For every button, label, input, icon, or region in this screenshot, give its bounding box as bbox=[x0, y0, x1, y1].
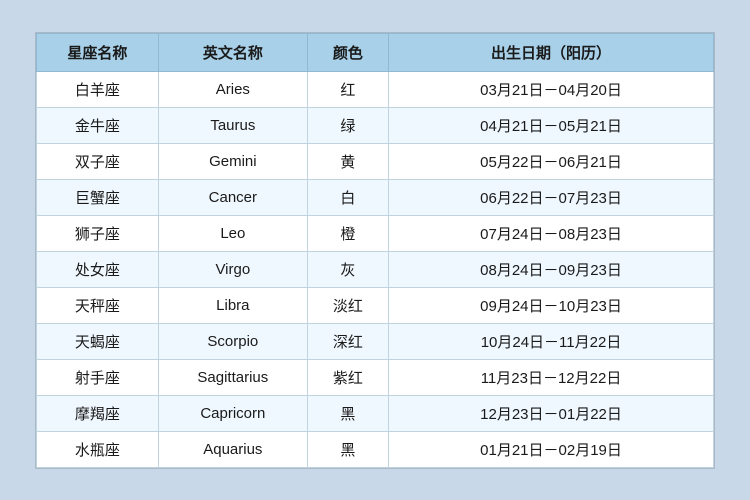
cell-chinese: 狮子座 bbox=[37, 215, 159, 251]
table-row: 狮子座Leo橙07月24日－08月23日 bbox=[37, 215, 714, 251]
table-header-row: 星座名称 英文名称 颜色 出生日期（阳历） bbox=[37, 33, 714, 71]
cell-english: Aries bbox=[158, 71, 307, 107]
cell-date: 10月24日－11月22日 bbox=[389, 323, 714, 359]
cell-english: Libra bbox=[158, 287, 307, 323]
cell-color: 淡红 bbox=[307, 287, 388, 323]
cell-date: 03月21日－04月20日 bbox=[389, 71, 714, 107]
cell-color: 紫红 bbox=[307, 359, 388, 395]
cell-date: 05月22日－06月21日 bbox=[389, 143, 714, 179]
cell-english: Sagittarius bbox=[158, 359, 307, 395]
cell-chinese: 天蝎座 bbox=[37, 323, 159, 359]
cell-english: Virgo bbox=[158, 251, 307, 287]
cell-date: 04月21日－05月21日 bbox=[389, 107, 714, 143]
cell-chinese: 水瓶座 bbox=[37, 431, 159, 467]
cell-color: 灰 bbox=[307, 251, 388, 287]
table-row: 天蝎座Scorpio深红10月24日－11月22日 bbox=[37, 323, 714, 359]
cell-color: 黑 bbox=[307, 431, 388, 467]
cell-color: 红 bbox=[307, 71, 388, 107]
cell-english: Taurus bbox=[158, 107, 307, 143]
cell-chinese: 摩羯座 bbox=[37, 395, 159, 431]
cell-english: Leo bbox=[158, 215, 307, 251]
table-body: 白羊座Aries红03月21日－04月20日金牛座Taurus绿04月21日－0… bbox=[37, 71, 714, 467]
cell-date: 12月23日－01月22日 bbox=[389, 395, 714, 431]
table-row: 天秤座Libra淡红09月24日－10月23日 bbox=[37, 287, 714, 323]
cell-english: Scorpio bbox=[158, 323, 307, 359]
table-row: 射手座Sagittarius紫红11月23日－12月22日 bbox=[37, 359, 714, 395]
cell-english: Cancer bbox=[158, 179, 307, 215]
cell-date: 06月22日－07月23日 bbox=[389, 179, 714, 215]
cell-color: 绿 bbox=[307, 107, 388, 143]
zodiac-table-wrapper: 星座名称 英文名称 颜色 出生日期（阳历） 白羊座Aries红03月21日－04… bbox=[35, 32, 715, 469]
header-date: 出生日期（阳历） bbox=[389, 33, 714, 71]
cell-date: 01月21日－02月19日 bbox=[389, 431, 714, 467]
header-chinese: 星座名称 bbox=[37, 33, 159, 71]
cell-chinese: 双子座 bbox=[37, 143, 159, 179]
table-row: 水瓶座Aquarius黑01月21日－02月19日 bbox=[37, 431, 714, 467]
cell-color: 黄 bbox=[307, 143, 388, 179]
cell-chinese: 金牛座 bbox=[37, 107, 159, 143]
cell-date: 09月24日－10月23日 bbox=[389, 287, 714, 323]
cell-chinese: 天秤座 bbox=[37, 287, 159, 323]
cell-color: 黑 bbox=[307, 395, 388, 431]
cell-english: Gemini bbox=[158, 143, 307, 179]
cell-date: 08月24日－09月23日 bbox=[389, 251, 714, 287]
cell-english: Capricorn bbox=[158, 395, 307, 431]
cell-color: 深红 bbox=[307, 323, 388, 359]
table-row: 巨蟹座Cancer白06月22日－07月23日 bbox=[37, 179, 714, 215]
table-row: 双子座Gemini黄05月22日－06月21日 bbox=[37, 143, 714, 179]
cell-english: Aquarius bbox=[158, 431, 307, 467]
cell-date: 11月23日－12月22日 bbox=[389, 359, 714, 395]
cell-color: 橙 bbox=[307, 215, 388, 251]
cell-chinese: 处女座 bbox=[37, 251, 159, 287]
table-row: 金牛座Taurus绿04月21日－05月21日 bbox=[37, 107, 714, 143]
table-row: 摩羯座Capricorn黑12月23日－01月22日 bbox=[37, 395, 714, 431]
table-row: 白羊座Aries红03月21日－04月20日 bbox=[37, 71, 714, 107]
cell-color: 白 bbox=[307, 179, 388, 215]
cell-chinese: 白羊座 bbox=[37, 71, 159, 107]
header-english: 英文名称 bbox=[158, 33, 307, 71]
zodiac-table: 星座名称 英文名称 颜色 出生日期（阳历） 白羊座Aries红03月21日－04… bbox=[36, 33, 714, 468]
table-row: 处女座Virgo灰08月24日－09月23日 bbox=[37, 251, 714, 287]
header-color: 颜色 bbox=[307, 33, 388, 71]
cell-chinese: 射手座 bbox=[37, 359, 159, 395]
cell-date: 07月24日－08月23日 bbox=[389, 215, 714, 251]
cell-chinese: 巨蟹座 bbox=[37, 179, 159, 215]
